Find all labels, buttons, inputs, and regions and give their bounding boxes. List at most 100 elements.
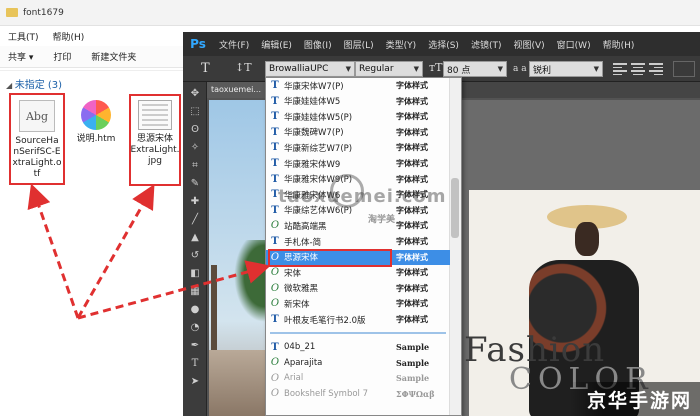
lasso-tool-icon[interactable]: ʘ xyxy=(188,124,202,136)
group-label: 未指定 (3) xyxy=(14,80,63,91)
dodge-tool-icon[interactable]: ◔ xyxy=(188,322,202,334)
align-center-icon[interactable] xyxy=(631,62,645,75)
truetype-font-icon: T xyxy=(271,314,279,325)
font-size-select[interactable]: 80 点 ▼ xyxy=(443,61,507,77)
align-right-icon[interactable] xyxy=(649,62,663,75)
font-sample: 字体样式 xyxy=(396,126,428,137)
align-left-icon[interactable] xyxy=(613,62,627,75)
font-name: 华康宋体W7(P) xyxy=(284,81,344,92)
dropdown-arrow-icon: ▼ xyxy=(413,65,419,73)
antialias-select[interactable]: 锐利 ▼ xyxy=(529,61,603,77)
dropdown-arrow-icon: ▼ xyxy=(593,65,599,73)
menu-image[interactable]: 图像(I) xyxy=(304,38,332,51)
menu-help[interactable]: 帮助(H) xyxy=(53,30,85,43)
font-item[interactable]: T 华康宋体W7(P) 字体样式 xyxy=(266,78,450,93)
explorer-title: font1679 xyxy=(23,7,64,18)
file-htm[interactable]: 说明.htm xyxy=(74,100,118,145)
truetype-font-icon: T xyxy=(271,236,279,247)
font-item[interactable]: T 华康新综艺W7(P) 字体样式 xyxy=(266,140,450,155)
eyedropper-tool-icon[interactable]: ✎ xyxy=(188,178,202,190)
collapse-arrow-icon: ◢ xyxy=(6,81,15,90)
font-sample: 字体样式 xyxy=(396,298,428,309)
font-size-icon: ᴛT xyxy=(429,61,443,74)
font-family-select[interactable]: BrowalliaUPC ▼ xyxy=(265,61,355,77)
font-sample: 字体样式 xyxy=(396,314,428,324)
type-tool-icon[interactable]: T xyxy=(201,61,210,76)
font-item[interactable]: T 华康娃娃体W5(P) 字体样式 xyxy=(266,109,450,124)
stamp-tool-icon[interactable]: ▲ xyxy=(188,232,202,244)
magic-wand-icon[interactable]: ✧ xyxy=(188,142,202,154)
font-name: 微软雅黑 xyxy=(284,284,319,295)
font-sample: 字体样式 xyxy=(396,267,428,278)
menu-window[interactable]: 窗口(W) xyxy=(557,38,591,51)
eraser-tool-icon[interactable]: ◧ xyxy=(188,268,202,280)
menu-type[interactable]: 类型(Y) xyxy=(386,38,417,51)
dropdown-scrollbar[interactable] xyxy=(449,78,461,415)
font-item[interactable]: O 站酷高端黑 字体样式 xyxy=(266,218,450,233)
font-style-select[interactable]: Regular ▼ xyxy=(355,61,423,77)
font-item[interactable]: O 宋体 字体样式 xyxy=(266,265,450,280)
explorer-toolbar: 共享 ▾ 打印 新建文件夹 xyxy=(0,46,200,68)
menu-file[interactable]: 文件(F) xyxy=(219,38,249,51)
watermark-cn: 淘学美 xyxy=(368,215,396,225)
group-header[interactable]: ◢ 未指定 (3) xyxy=(6,76,62,91)
healing-brush-icon[interactable]: ✚ xyxy=(188,196,202,208)
font-item[interactable]: O 微软雅黑 字体样式 xyxy=(266,281,450,296)
print-button[interactable]: 打印 xyxy=(53,50,71,63)
brush-tool-icon[interactable]: ╱ xyxy=(188,214,202,226)
blur-tool-icon[interactable]: ● xyxy=(188,304,202,316)
font-name: Bookshelf Symbol 7 xyxy=(284,388,369,399)
font-sample: 字体样式 xyxy=(396,80,428,90)
font-sample: 字体样式 xyxy=(396,111,428,122)
font-item[interactable]: O Bookshelf Symbol 7 ΣΦΨΩαβ xyxy=(266,386,450,401)
scrollbar-thumb[interactable] xyxy=(451,178,459,238)
font-item[interactable]: T 叶根友毛笔行书2.0版 字体样式 xyxy=(266,312,450,327)
opentype-font-icon: O xyxy=(270,357,280,369)
font-name: 华康娃娃体W5(P) xyxy=(284,112,353,123)
font-item[interactable]: T 华康娃娃体W5 字体样式 xyxy=(266,94,450,109)
crop-tool-icon[interactable]: ⌗ xyxy=(188,160,202,172)
font-item[interactable]: T 华康魏碑W7(P) 字体样式 xyxy=(266,125,450,140)
menu-filter[interactable]: 滤镜(T) xyxy=(471,38,502,51)
font-sample: 字体样式 xyxy=(396,236,428,246)
orientation-toggle-icon[interactable]: ↕T xyxy=(235,61,252,74)
menu-layer[interactable]: 图层(L) xyxy=(344,38,374,51)
menu-help[interactable]: 帮助(H) xyxy=(603,38,635,51)
pen-tool-icon[interactable]: ✒ xyxy=(188,340,202,352)
browser-file-icon xyxy=(81,100,111,130)
font-item[interactable]: T 手札体-简 字体样式 xyxy=(266,234,450,249)
font-item[interactable]: T 华康雅宋体W9 字体样式 xyxy=(266,156,450,171)
font-item[interactable]: O Arial Sample xyxy=(266,371,450,386)
font-item[interactable]: O Aparajita Sample xyxy=(266,355,450,370)
font-sample: Sample xyxy=(396,342,430,353)
font-name: 华康雅宋体W9 xyxy=(284,159,341,170)
opentype-font-icon: O xyxy=(270,267,280,279)
menu-edit[interactable]: 编辑(E) xyxy=(261,38,292,51)
new-folder-button[interactable]: 新建文件夹 xyxy=(91,50,136,63)
dropdown-arrow-icon: ▼ xyxy=(345,65,351,73)
font-family-dropdown[interactable]: T 华康宋体W7(P) 字体样式 T 华康娃娃体W5 字体样式 T 华康娃娃体W5(P) 字体样… xyxy=(265,77,462,416)
horizontal-type-tool-icon[interactable]: T xyxy=(188,358,202,370)
font-name: Aparajita xyxy=(284,357,323,368)
marquee-tool-icon[interactable]: ⬚ xyxy=(188,106,202,118)
history-brush-icon[interactable]: ↺ xyxy=(188,250,202,262)
font-sample: 字体样式 xyxy=(396,282,428,293)
file-name-line: 说明.htm xyxy=(76,134,116,144)
menu-view[interactable]: 视图(V) xyxy=(513,38,544,51)
font-item[interactable]: T 04b_21 Sample xyxy=(266,340,450,355)
gradient-tool-icon[interactable]: ▦ xyxy=(188,286,202,298)
font-name: 手札体-简 xyxy=(284,237,322,248)
font-name: 新宋体 xyxy=(284,299,310,310)
share-button[interactable]: 共享 ▾ xyxy=(8,50,33,63)
truetype-font-icon: T xyxy=(271,341,279,353)
truetype-font-icon: T xyxy=(271,111,279,123)
text-color-swatch[interactable] xyxy=(673,61,695,77)
move-tool-icon[interactable]: ✥ xyxy=(188,88,202,100)
model-head xyxy=(575,222,599,256)
menu-tools[interactable]: 工具(T) xyxy=(8,30,39,43)
font-item[interactable]: O 新宋体 字体样式 xyxy=(266,296,450,311)
font-sample: 字体样式 xyxy=(396,158,428,168)
font-sample: ΣΦΨΩαβ xyxy=(396,388,435,399)
menu-select[interactable]: 选择(S) xyxy=(428,38,459,51)
path-select-icon[interactable]: ➤ xyxy=(188,376,202,388)
